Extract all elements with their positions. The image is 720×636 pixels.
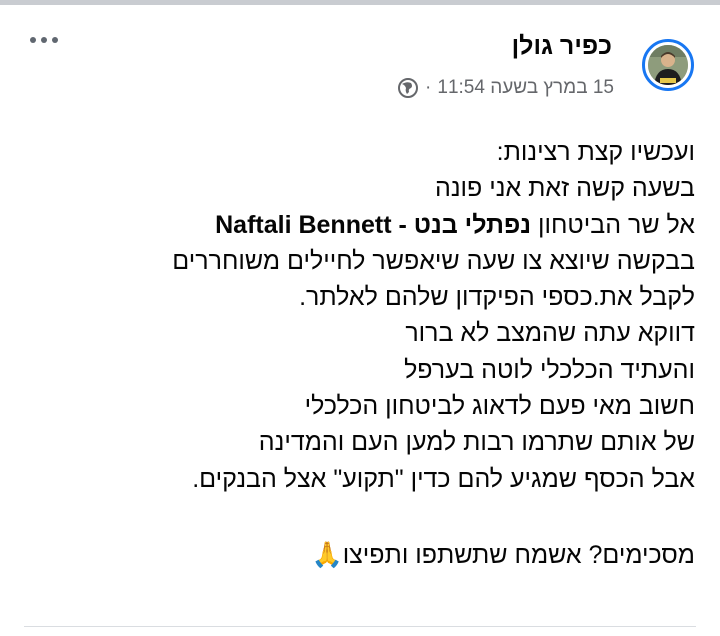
post-timestamp[interactable]: 15 במרץ בשעה 11:54 bbox=[437, 77, 614, 99]
post-line: והעתיד הכלכלי לוטה בערפל bbox=[404, 355, 695, 384]
mention-link[interactable]: נפתלי בנט - Naftali Bennett bbox=[215, 211, 531, 239]
avatar-person-icon bbox=[648, 45, 688, 85]
bottom-divider bbox=[24, 626, 696, 627]
meta-separator: · bbox=[425, 77, 432, 98]
post-line: בשעה קשה זאת אני פונה bbox=[434, 174, 695, 203]
post-line: חשוב מאי פעם לדאוג לביטחון הכלכלי bbox=[304, 392, 695, 421]
post-line: דווקא עתה שהמצב לא ברור bbox=[405, 319, 695, 348]
avatar[interactable] bbox=[642, 39, 694, 91]
post-line: אבל הכסף שמגיע להם כדין "תקוע" אצל הבנקי… bbox=[192, 464, 695, 493]
post-line: ועכשיו קצת רצינות: bbox=[496, 138, 695, 166]
globe-icon[interactable] bbox=[397, 77, 419, 99]
post-mention-line: אל שר הביטחון נפתלי בנט - Naftali Bennet… bbox=[15, 207, 695, 243]
post-header: כפיר גולן 15 במרץ בשעה 11:54 · bbox=[0, 22, 720, 106]
more-options-icon[interactable] bbox=[30, 30, 66, 50]
post-line: בבקשה שיוצא צו שעה שיאפשר לחיילים משוחרר… bbox=[172, 246, 695, 275]
post-meta: 15 במרץ בשעה 11:54 · bbox=[397, 77, 614, 99]
top-divider-strip bbox=[0, 0, 720, 5]
post-closing-line: מסכימים? אשמח שתשתפו ותפיצו🙏 bbox=[311, 540, 695, 569]
mention-prefix: אל שר הביטחון bbox=[531, 210, 695, 239]
post-line: לקבל את.כספי הפיקדון שלהם לאלתר. bbox=[299, 283, 695, 312]
post-line: של אותם שתרמו רבות למען העם והמדינה bbox=[258, 428, 695, 457]
avatar-photo bbox=[648, 45, 688, 85]
author-name[interactable]: כפיר גולן bbox=[512, 32, 612, 61]
post-text: ועכשיו קצת רצינות: בשעה קשה זאת אני פונה… bbox=[15, 134, 695, 573]
